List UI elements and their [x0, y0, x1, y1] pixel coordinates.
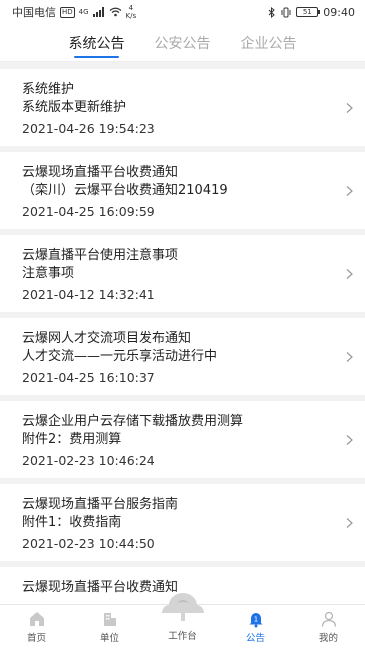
notice-time: 2021-04-25 16:10:37 [22, 370, 155, 385]
workbench-logo-icon [161, 593, 204, 621]
home-icon [29, 611, 44, 626]
notice-time: 2021-02-23 10:46:24 [22, 453, 155, 468]
chevron-right-icon [346, 351, 353, 362]
svg-text:1: 1 [253, 615, 257, 623]
chevron-right-icon [346, 185, 353, 196]
tab-enterprise-notice[interactable]: 企业公告 [241, 24, 297, 62]
nav-notice[interactable]: 1 公告 [219, 605, 292, 648]
notice-subtitle: （栾川）云爆平台收费通知210419 [22, 183, 228, 198]
notice-title: 云爆企业用户云存储下载播放费用测算 [22, 414, 244, 429]
notice-subtitle: 人才交流——一元乐享活动进行中 [22, 349, 218, 364]
notice-tabs: 系统公告 公安公告 企业公告 [0, 24, 365, 62]
notice-item[interactable]: 云爆企业用户云存储下载播放费用测算 附件2：费用测算 2021-02-23 10… [0, 401, 365, 478]
nav-profile[interactable]: 我的 [292, 605, 365, 648]
notice-subtitle: 附件2：费用测算 [22, 432, 122, 447]
notice-time: 2021-02-23 10:44:50 [22, 536, 155, 551]
vibrate-icon [281, 7, 291, 17]
net-speed-unit: K/s [125, 12, 137, 20]
notice-time: 2021-04-12 14:32:41 [22, 287, 155, 302]
notice-title: 云爆现场直播平台服务指南 [22, 497, 179, 512]
chevron-right-icon [346, 102, 353, 113]
nav-notice-label: 公告 [245, 632, 265, 644]
bluetooth-icon [268, 6, 276, 18]
tab-system-notice[interactable]: 系统公告 [69, 24, 125, 62]
nav-home[interactable]: 首页 [0, 605, 73, 648]
notice-time: 2021-04-25 16:09:59 [22, 204, 155, 219]
nav-workbench[interactable]: 工作台 [146, 593, 219, 648]
chevron-right-icon [346, 517, 353, 528]
chevron-right-icon [346, 268, 353, 279]
notice-item[interactable]: 系统维护 系统版本更新维护 2021-04-26 19:54:23 [0, 69, 365, 146]
notice-list: 系统维护 系统版本更新维护 2021-04-26 19:54:23 云爆现场直播… [0, 62, 365, 604]
profile-icon [321, 611, 336, 627]
nav-profile-label: 我的 [318, 632, 338, 644]
notice-title: 系统维护 [22, 82, 75, 97]
battery-indicator: 51 [296, 7, 321, 17]
chevron-right-icon [346, 434, 353, 445]
nav-workbench-label: 工作台 [168, 631, 197, 642]
nav-unit[interactable]: 单位 [73, 605, 146, 648]
network-type: 4G [78, 8, 89, 16]
notice-item[interactable]: 云爆直播平台使用注意事项 注意事项 2021-04-12 14:32:41 [0, 235, 365, 312]
hd-badge: HD [60, 6, 75, 18]
net-speed-value: 4 [128, 4, 134, 12]
notice-subtitle: 附件1：收费指南 [22, 515, 122, 530]
status-bar: 中国电信 HD 4G 4 K/s 51 09:40 [0, 0, 365, 24]
notice-title: 云爆网人才交流项目发布通知 [22, 331, 192, 346]
clock: 09:40 [323, 5, 355, 19]
bottom-nav: 首页 单位 工作台 1 公告 我的 [0, 593, 365, 648]
notice-item[interactable]: 云爆现场直播平台服务指南 附件1：收费指南 2021-02-23 10:44:5… [0, 484, 365, 561]
nav-home-label: 首页 [26, 632, 46, 644]
signal-icon [92, 7, 104, 17]
building-icon [103, 612, 116, 626]
notice-title: 云爆直播平台使用注意事项 [22, 248, 179, 263]
tab-police-notice[interactable]: 公安公告 [155, 24, 211, 62]
notice-subtitle: 系统版本更新维护 [22, 100, 127, 115]
notice-item[interactable]: 云爆现场直播平台收费通知 （栾川）云爆平台收费通知210419 2021-04-… [0, 152, 365, 229]
notice-subtitle: 注意事项 [22, 266, 75, 281]
notice-bell-icon: 1 [249, 612, 262, 627]
notice-title: 云爆现场直播平台收费通知 [22, 165, 179, 180]
carrier-name: 中国电信 [12, 6, 56, 19]
wifi-icon [109, 7, 121, 17]
notice-item[interactable]: 云爆网人才交流项目发布通知 人才交流——一元乐享活动进行中 2021-04-25… [0, 318, 365, 395]
nav-unit-label: 单位 [99, 632, 119, 644]
notice-time: 2021-04-26 19:54:23 [22, 121, 155, 136]
